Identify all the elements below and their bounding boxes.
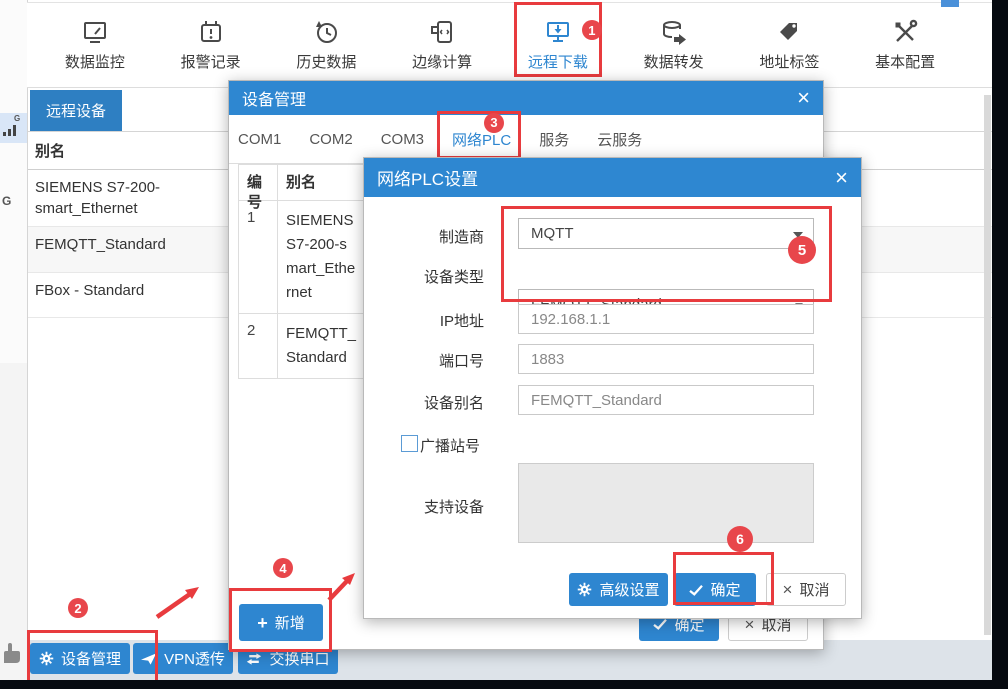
tab-service[interactable]: 服务 (539, 129, 569, 150)
device-alias-input[interactable] (518, 385, 814, 415)
vpn-passthrough-button[interactable]: VPN透传 (133, 643, 233, 674)
ip-address-input[interactable] (518, 304, 814, 334)
check-icon (689, 584, 703, 596)
ip-address-label: IP地址 (384, 310, 484, 331)
data-forward-icon (660, 18, 688, 46)
signal-bars-icon (3, 125, 16, 136)
annotation-badge-4: 4 (273, 558, 293, 578)
port-label: 端口号 (384, 350, 484, 371)
history-clock-icon (312, 18, 340, 46)
toolbar-label: 边缘计算 (412, 51, 472, 72)
left-strip-selected-row[interactable]: G (0, 113, 27, 143)
toolbar-label: 基本配置 (875, 51, 935, 72)
toolbar-item-alarm-records[interactable]: 报警记录 (181, 18, 241, 72)
window-chrome-fragment (941, 0, 959, 7)
plc-dialog-cancel-button[interactable]: × 取消 (766, 573, 846, 606)
screen-bottom-border (0, 680, 1008, 689)
toolbar-item-data-forward[interactable]: 数据转发 (644, 18, 704, 72)
network-g-label-2: G (2, 194, 11, 208)
manufacturer-select[interactable]: MQTT (518, 218, 814, 249)
left-sidebar-strip: G G (0, 0, 28, 689)
toolbar-item-basic-config[interactable]: 基本配置 (875, 18, 935, 72)
toolbar-label: 远程下载 (528, 51, 588, 72)
broadcast-station-checkbox[interactable] (401, 435, 418, 452)
dialog-title: 设备管理 (242, 86, 306, 110)
dialog-titlebar: 设备管理 × (229, 81, 823, 115)
hand-cursor-icon (1, 642, 21, 664)
close-icon[interactable]: × (835, 167, 848, 189)
scrollbar-track[interactable] (984, 95, 991, 635)
paper-plane-icon (141, 652, 157, 666)
device-alias-label: 设备别名 (384, 392, 484, 413)
alarm-records-icon (197, 18, 225, 46)
tab-com3[interactable]: COM3 (381, 131, 424, 148)
tab-remote-device[interactable]: 远程设备 (30, 90, 122, 131)
tab-cloud-service[interactable]: 云服务 (597, 129, 642, 150)
table-row[interactable]: 1 SIEMENS S7-200-smart_Ethernet (238, 201, 365, 314)
plc-device-table: 编号 别名 1 SIEMENS S7-200-smart_Ethernet 2 … (238, 164, 365, 379)
cancel-x-icon: × (783, 581, 793, 598)
plus-icon: + (257, 614, 268, 632)
plc-dialog-ok-button[interactable]: 确定 (674, 573, 756, 606)
manufacturer-label: 制造商 (384, 226, 484, 247)
toolbar-label: 数据监控 (65, 51, 125, 72)
data-monitor-icon (81, 18, 109, 46)
toolbar-item-data-monitor[interactable]: 数据监控 (65, 18, 125, 72)
tab-network-plc[interactable]: 网络PLC 3 (452, 129, 511, 150)
toolbar-item-history-data[interactable]: 历史数据 (296, 18, 356, 72)
gear-icon (39, 651, 54, 666)
app-window: G G 数据监控 报警记录 历史数据 (0, 0, 1008, 689)
gear-icon (577, 582, 592, 597)
advanced-settings-button[interactable]: 高级设置 (569, 573, 668, 606)
toolbar-label: 地址标签 (759, 51, 819, 72)
toolbar-item-address-tags[interactable]: 地址标签 (759, 18, 819, 72)
edge-compute-icon (428, 18, 456, 46)
toolbar-label: 报警记录 (181, 51, 241, 72)
address-tag-icon (775, 18, 803, 46)
port-input[interactable] (518, 344, 814, 374)
swap-arrows-icon (246, 652, 262, 666)
table-row[interactable]: 2 FEMQTT_Standard (238, 314, 365, 379)
table-header-row: 编号 别名 (238, 164, 365, 201)
network-plc-settings-dialog: 网络PLC设置 × 制造商 MQTT 设备类型 FEMQTT_Standard … (363, 157, 862, 619)
tab-com2[interactable]: COM2 (309, 131, 352, 148)
close-icon[interactable]: × (797, 87, 810, 109)
basic-config-icon (891, 18, 919, 46)
supported-devices-box (518, 463, 814, 543)
toolbar-item-remote-download[interactable]: 1 远程下载 (528, 18, 588, 72)
check-icon (653, 618, 667, 630)
chevron-down-icon (793, 232, 803, 238)
broadcast-station-label: 广播站号 (420, 435, 510, 456)
annotation-badge-1: 1 (582, 20, 602, 40)
add-device-button[interactable]: + 新增 (239, 604, 323, 641)
screen-right-border (992, 0, 1008, 689)
remote-download-icon (544, 18, 572, 46)
toolbar-label: 数据转发 (644, 51, 704, 72)
top-toolbar: 数据监控 报警记录 历史数据 边缘计算 1 (27, 2, 993, 88)
left-strip-lower (0, 363, 27, 680)
device-type-label: 设备类型 (384, 266, 484, 287)
supported-devices-label: 支持设备 (384, 496, 484, 517)
toolbar-label: 历史数据 (296, 51, 356, 72)
dialog-title: 网络PLC设置 (377, 165, 478, 190)
dialog-titlebar: 网络PLC设置 × (364, 158, 861, 197)
toolbar-item-edge-compute[interactable]: 边缘计算 (412, 18, 472, 72)
network-g-label: G (14, 114, 20, 123)
annotation-badge-3: 3 (484, 113, 504, 133)
device-manage-button[interactable]: 设备管理 (30, 643, 130, 674)
tab-com1[interactable]: COM1 (238, 131, 281, 148)
